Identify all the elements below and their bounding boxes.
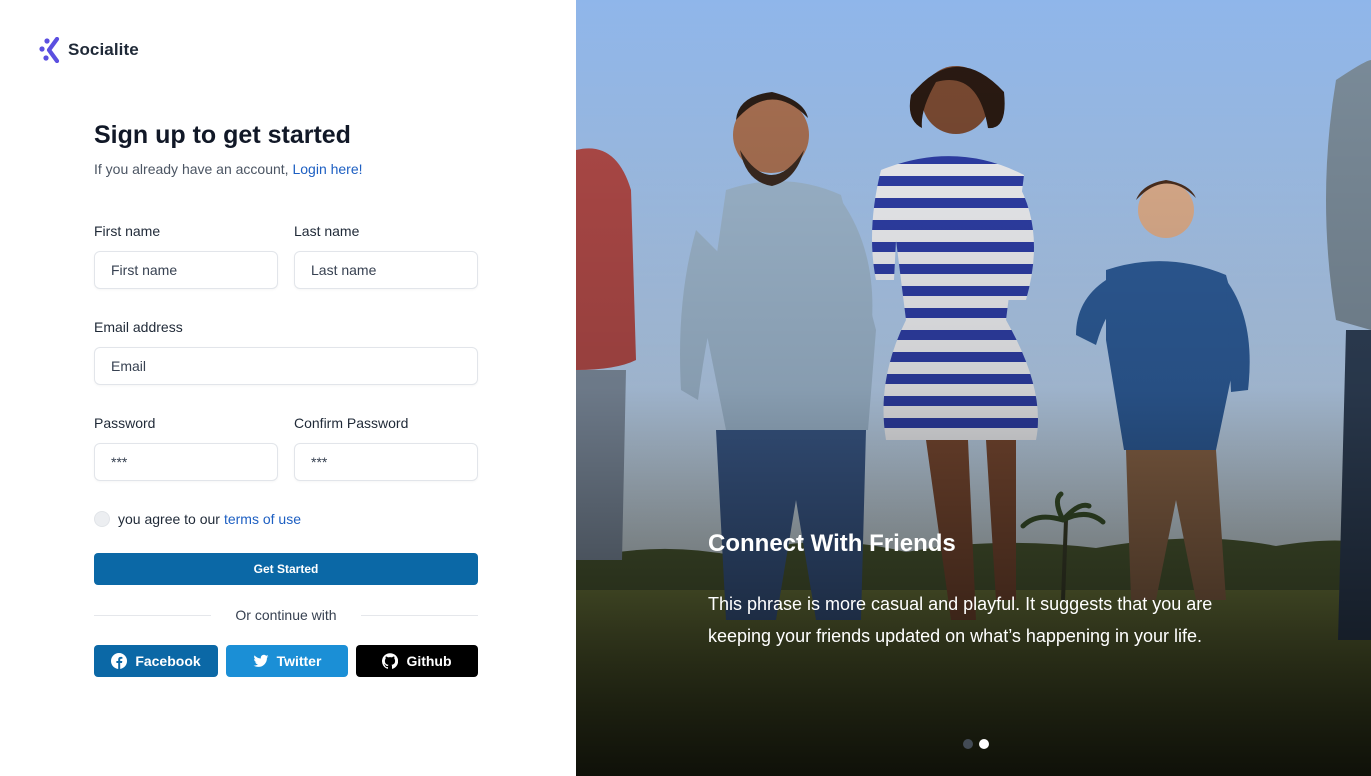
email-input[interactable] [94,347,478,385]
signup-form: Sign up to get started If you already ha… [94,118,479,677]
terms-text: you agree to our [118,511,220,527]
last-name-group: Last name [294,222,478,289]
login-prompt: If you already have an account, Login he… [94,159,478,179]
first-name-label: First name [94,223,161,239]
slide-dot-1[interactable] [963,739,973,749]
login-link[interactable]: Login here! [292,161,362,177]
email-group: Email address [94,318,478,385]
last-name-label: Last name [294,223,360,239]
facebook-icon [111,653,128,669]
name-row: First name Last name [94,222,478,289]
terms-link[interactable]: terms of use [224,511,301,527]
first-name-input[interactable] [94,251,278,289]
slide-dot-2[interactable] [979,739,989,749]
password-row: Password Confirm Password [94,414,478,481]
email-label: Email address [94,319,183,335]
signup-panel: Socialite Sign up to get started If you … [0,0,576,776]
slide-description: This phrase is more casual and playful. … [708,594,1213,646]
last-name-input[interactable] [294,251,478,289]
facebook-button[interactable]: Facebook [94,645,218,677]
brand-logo[interactable]: Socialite [38,37,139,63]
login-prompt-text: If you already have an account, [94,161,289,177]
hero-image [576,0,1371,776]
slider-pagination [963,739,989,749]
signup-page: Socialite Sign up to get started If you … [0,0,1371,776]
divider-text: Or continue with [235,607,337,623]
terms-checkbox[interactable] [94,511,110,527]
github-button[interactable]: Github [356,645,478,677]
page-title: Sign up to get started [94,121,351,149]
social-divider: Or continue with [94,607,479,623]
password-group: Password [94,414,278,481]
first-name-group: First name [94,222,278,289]
password-label: Password [94,415,156,431]
facebook-label: Facebook [135,653,201,669]
confirm-password-label: Confirm Password [294,415,409,431]
divider-line-left [94,614,212,616]
twitter-icon [253,654,269,667]
logo-icon [39,37,60,63]
password-input[interactable] [94,443,278,481]
twitter-label: Twitter [276,653,322,669]
get-started-button[interactable]: Get Started [94,553,478,585]
social-buttons: Facebook Twitter Github [94,645,478,677]
confirm-password-group: Confirm Password [294,414,478,481]
email-row: Email address [94,318,478,385]
confirm-password-input[interactable] [294,443,478,481]
divider-line-right [360,614,479,616]
github-label: Github [406,653,452,669]
terms-row: you agree to our terms of use [94,511,478,527]
slide-title: Connect With Friends [708,530,956,557]
hero-slider: Connect With Friends This phrase is more… [576,0,1371,776]
twitter-button[interactable]: Twitter [226,645,348,677]
github-icon [382,653,399,669]
brand-name: Socialite [68,40,139,59]
